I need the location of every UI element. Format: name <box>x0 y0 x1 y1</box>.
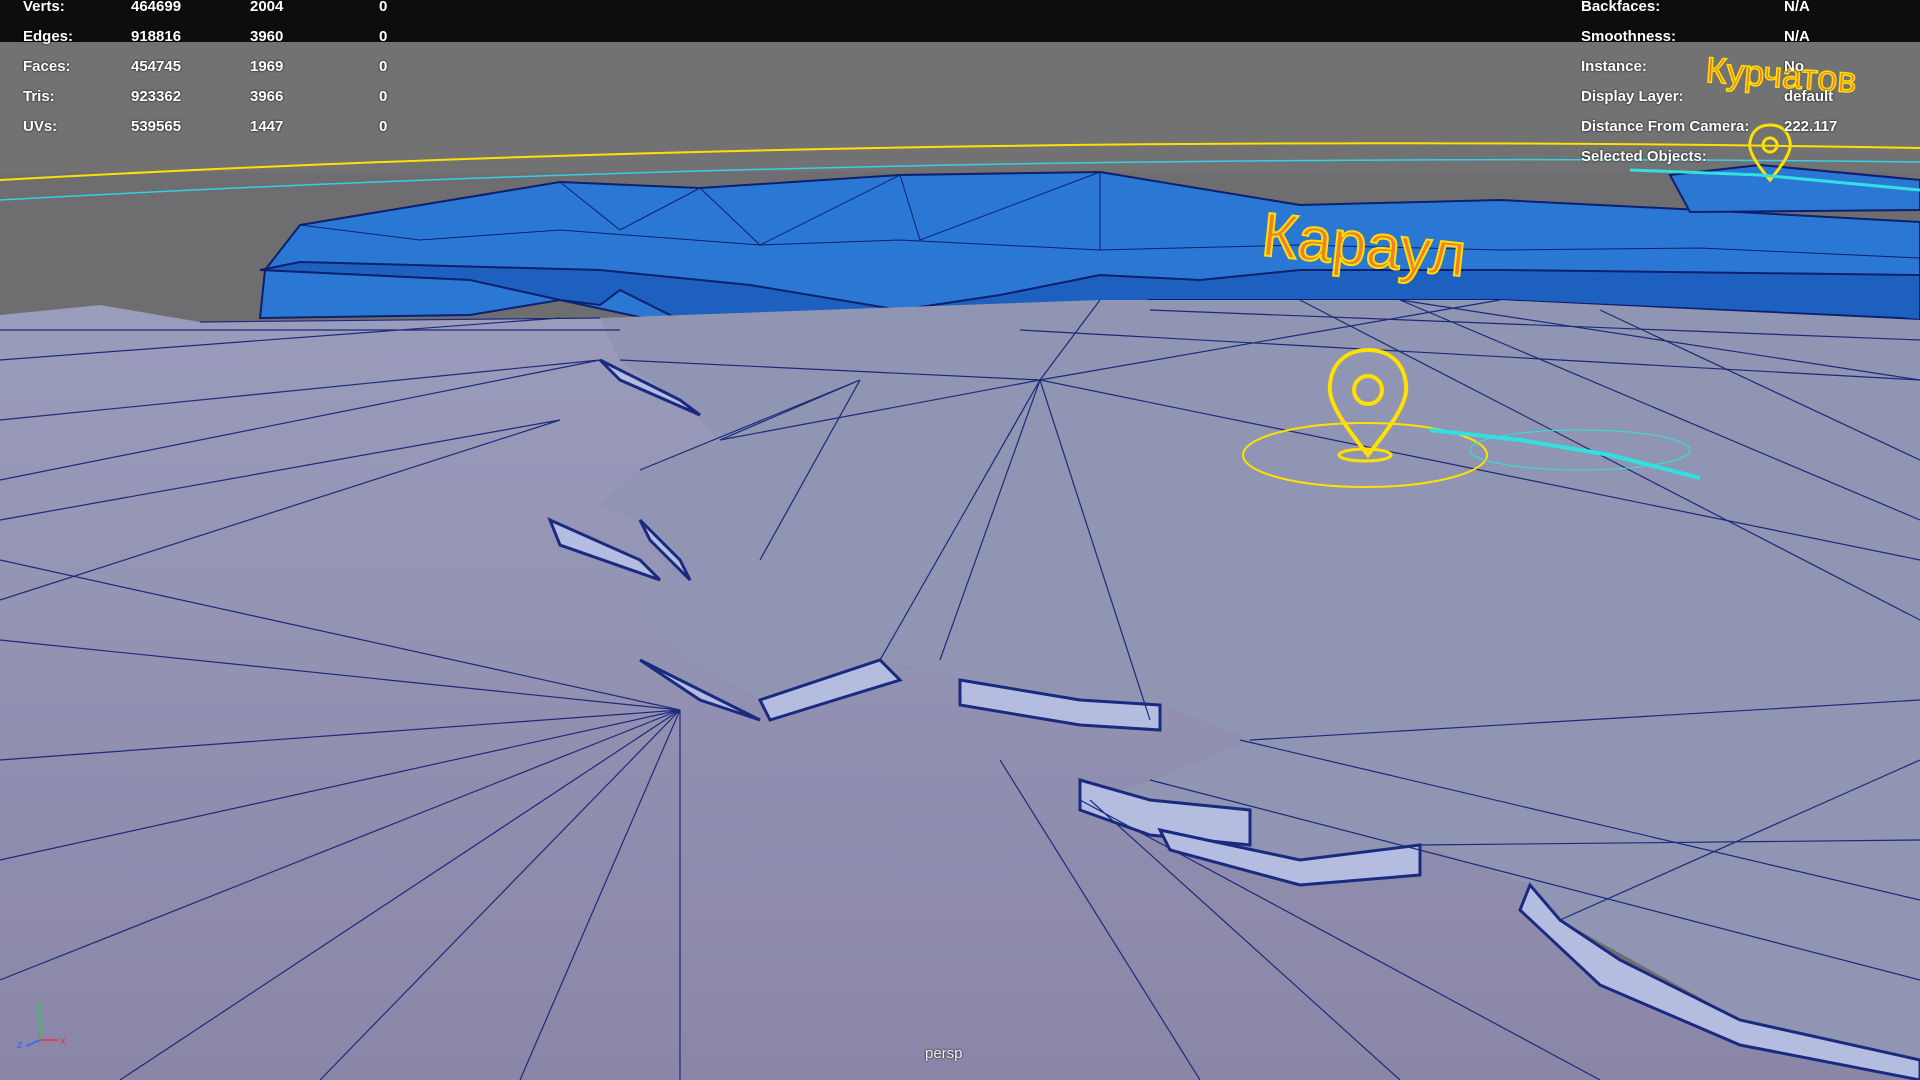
info-row-selected-objects: Selected Objects: <box>1581 142 1911 172</box>
stat-label: Faces: <box>23 58 71 75</box>
info-row-instance: Instance: No <box>1581 52 1911 82</box>
axis-y-label: y <box>36 1001 42 1013</box>
stat-total: 454745 <box>131 58 182 75</box>
info-value: default <box>1784 88 1834 105</box>
info-label: Smoothness: <box>1581 28 1677 45</box>
stat-label: UVs: <box>23 118 58 135</box>
info-label: Backfaces: <box>1581 0 1661 15</box>
stat-extra: 0 <box>379 58 388 75</box>
info-label: Distance From Camera: <box>1581 118 1750 135</box>
info-row-smoothness: Smoothness: N/A <box>1581 22 1911 52</box>
axis-x-label: x <box>60 1035 66 1047</box>
info-row-display-layer: Display Layer: default <box>1581 82 1911 112</box>
info-label: Selected Objects: <box>1581 148 1707 165</box>
stat-label: Tris: <box>23 88 55 105</box>
stat-selected: 1969 <box>250 58 284 75</box>
poly-count-hud: Verts: 464699 2004 0 Edges: 918816 3960 … <box>23 0 443 142</box>
info-label: Instance: <box>1581 58 1647 75</box>
stat-extra: 0 <box>379 28 388 45</box>
stat-selected: 2004 <box>250 0 284 15</box>
camera-name-label: persp <box>925 1045 963 1062</box>
stat-label: Edges: <box>23 28 74 45</box>
stat-row-uvs: UVs: 539565 1447 0 <box>23 112 443 142</box>
stat-total: 464699 <box>131 0 182 15</box>
stat-total: 539565 <box>131 118 182 135</box>
stat-row-tris: Tris: 923362 3966 0 <box>23 82 443 112</box>
info-value: No <box>1784 58 1804 75</box>
info-row-distance: Distance From Camera: 222.117 <box>1581 112 1911 142</box>
stat-row-edges: Edges: 918816 3960 0 <box>23 22 443 52</box>
stat-extra: 0 <box>379 88 388 105</box>
stat-label: Verts: <box>23 0 65 15</box>
info-value: N/A <box>1784 28 1810 45</box>
stat-total: 918816 <box>131 28 182 45</box>
stat-extra: 0 <box>379 0 388 15</box>
axis-gizmo-icon: y x z <box>17 1001 66 1051</box>
info-label: Display Layer: <box>1581 88 1684 105</box>
stat-selected: 1447 <box>250 118 284 135</box>
info-value: N/A <box>1784 0 1810 15</box>
stat-extra: 0 <box>379 118 388 135</box>
stat-selected: 3966 <box>250 88 284 105</box>
stat-total: 923362 <box>131 88 182 105</box>
info-row-backfaces: Backfaces: N/A <box>1581 0 1911 22</box>
object-info-hud: Backfaces: N/A Smoothness: N/A Instance:… <box>1581 0 1911 172</box>
stat-selected: 3960 <box>250 28 284 45</box>
info-value: 222.117 <box>1784 118 1838 135</box>
stat-row-verts: Verts: 464699 2004 0 <box>23 0 443 22</box>
axis-z-label: z <box>17 1039 23 1051</box>
stat-row-faces: Faces: 454745 1969 0 <box>23 52 443 82</box>
